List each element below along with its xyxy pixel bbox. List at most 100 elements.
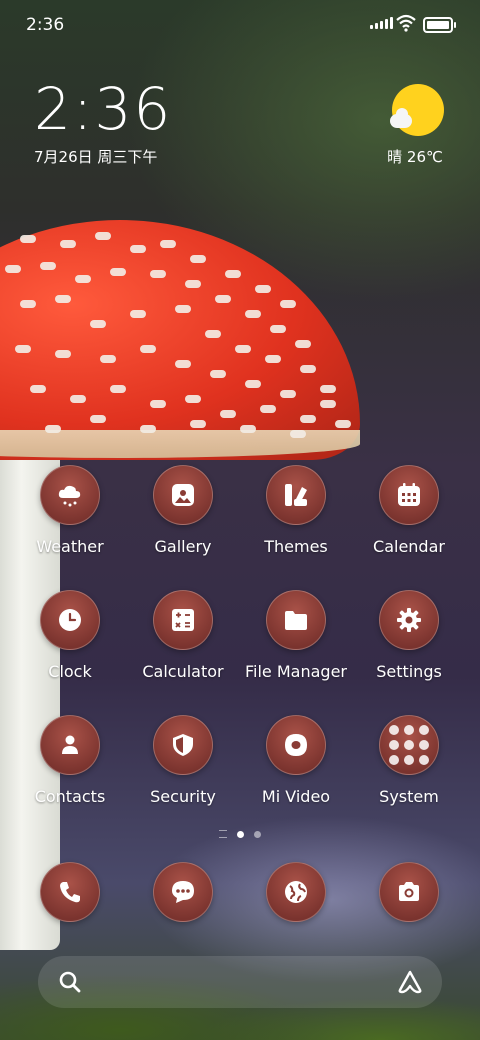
mushroom-spot [280,390,296,398]
mushroom-spot [70,395,86,403]
mushroom-spot [160,240,176,248]
mushroom-spot [220,410,236,418]
app-label: Calculator [142,662,224,681]
clock-icon [40,590,100,650]
page-indicator-feed[interactable] [219,830,227,838]
folder-icon [266,590,326,650]
mushroom-spot [20,300,36,308]
app-label: System [379,787,439,806]
folder-grid-icon [379,715,439,775]
mushroom-spot [55,295,71,303]
mushroom-spot [20,235,36,243]
mushroom-spot [185,280,201,288]
mushroom-spot [190,255,206,263]
app-label: Security [150,787,216,806]
mushroom-spot [235,345,251,353]
shield-icon [153,715,213,775]
dock-messages[interactable] [127,862,239,922]
mushroom-spot [215,295,231,303]
mushroom-spot [300,415,316,423]
mushroom-spot [245,380,261,388]
calendar-icon [379,465,439,525]
image-icon [153,465,213,525]
person-icon [40,715,100,775]
browser-globe-icon [266,862,326,922]
cellular-signal-icon [370,17,393,29]
phone-icon [40,862,100,922]
calculator-icon [153,590,213,650]
mushroom-spot [335,420,351,428]
page-indicator[interactable] [0,830,480,838]
clock-widget-date: 7月26日 周三下午 [34,148,158,166]
mushroom-spot [300,365,316,373]
search-bar[interactable] [38,956,442,1008]
video-icon [266,715,326,775]
app-security[interactable]: Security [127,715,239,806]
mushroom-spot [110,385,126,393]
app-weather[interactable]: Weather [14,465,126,556]
mushroom-spot [225,270,241,278]
app-calculator[interactable]: Calculator [127,590,239,681]
mushroom-spot [130,310,146,318]
dock-browser[interactable] [240,862,352,922]
app-label: Themes [264,537,328,556]
weather-widget-text: 晴 26℃ [387,148,443,166]
page-dot-2[interactable] [254,830,261,838]
mushroom-spot [245,310,261,318]
mushroom-spot [90,415,106,423]
mushroom-spot [290,430,306,438]
mushroom-spot [175,305,191,313]
app-label: Contacts [34,787,106,806]
clock-widget-time: 2:36 [34,75,173,143]
app-label: Gallery [154,537,212,556]
themes-icon [266,465,326,525]
mushroom-spot [5,265,21,273]
mushroom-spot [150,400,166,408]
dock-camera[interactable] [353,862,465,922]
mushroom-spot [55,350,71,358]
assistant-icon[interactable] [396,969,424,995]
app-label: Calendar [373,537,445,556]
clock-widget[interactable]: 2:36 7月26日 周三下午 [34,78,172,167]
app-themes[interactable]: Themes [240,465,352,556]
mushroom-spot [40,262,56,270]
dock-phone[interactable] [14,862,126,922]
mushroom-spot [75,275,91,283]
app-mi-video[interactable]: Mi Video [240,715,352,806]
search-icon[interactable] [58,970,82,994]
mushroom-spot [100,355,116,363]
app-label: Mi Video [261,787,331,806]
mushroom-spot [255,285,271,293]
wifi-icon [396,14,416,32]
mushroom-spot [265,355,281,363]
mushroom-spot [205,330,221,338]
page-dot-1[interactable] [237,830,244,838]
mushroom-spot [190,420,206,428]
mushroom-spot [140,425,156,433]
mushroom-spot [295,340,311,348]
mushroom-spot [175,360,191,368]
app-clock[interactable]: Clock [14,590,126,681]
status-bar: 2:36 [0,0,480,50]
mushroom-spot [185,395,201,403]
app-file-manager[interactable]: File Manager [240,590,352,681]
mushroom-spot [240,425,256,433]
app-label: Clock [48,662,92,681]
mushroom-spot [150,270,166,278]
status-time: 2:36 [26,15,65,35]
mushroom-spot [45,425,61,433]
app-label: Settings [376,662,442,681]
mushroom-spot [30,385,46,393]
app-system-folder[interactable]: System [353,715,465,806]
mushroom-spot [130,245,146,253]
gear-icon [379,590,439,650]
app-gallery[interactable]: Gallery [127,465,239,556]
mushroom-spot [110,268,126,276]
app-calendar[interactable]: Calendar [353,465,465,556]
app-settings[interactable]: Settings [353,590,465,681]
mushroom-spot [260,405,276,413]
cloud-rain-icon [40,465,100,525]
app-contacts[interactable]: Contacts [14,715,126,806]
app-label: File Manager [245,662,347,681]
mushroom-spot [15,345,31,353]
